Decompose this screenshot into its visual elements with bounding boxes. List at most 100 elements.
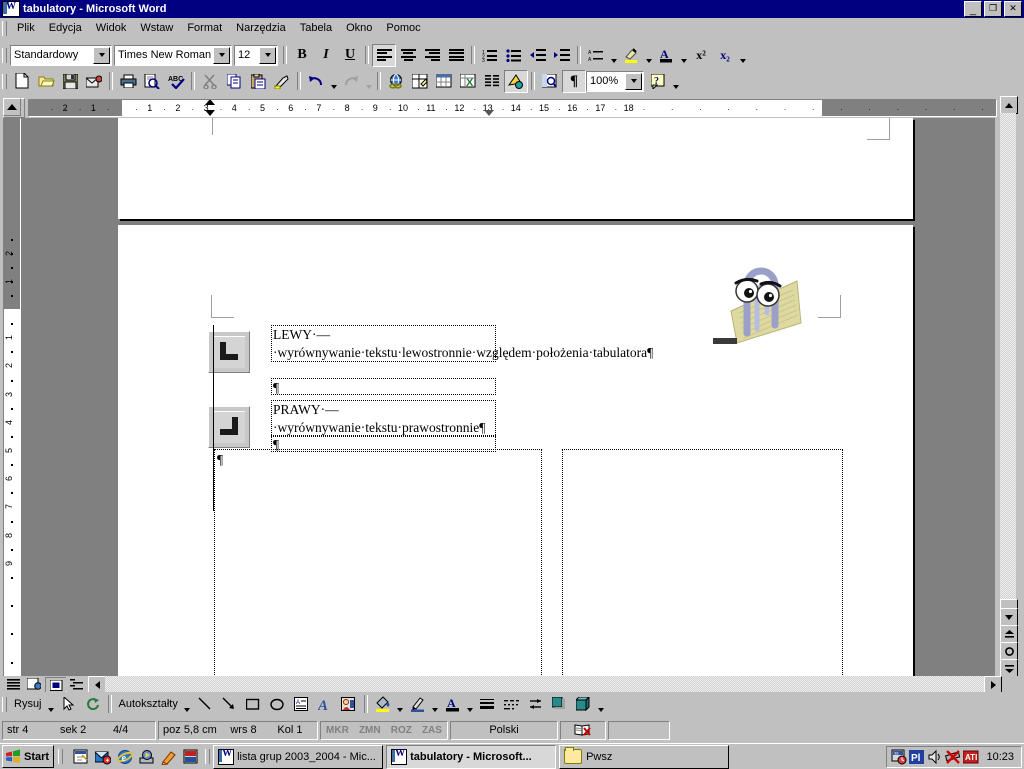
insert-table-button[interactable] [432, 70, 456, 93]
numbering-button[interactable]: 1 2 3 [478, 44, 502, 67]
free-rotate-button[interactable] [81, 693, 105, 716]
menu-item-narzedzia[interactable]: Narzędzia [229, 20, 293, 36]
highlight-button[interactable] [619, 44, 643, 67]
underline-button[interactable]: U [338, 44, 362, 67]
copy-button[interactable] [222, 70, 246, 93]
autoshapes-menu-button[interactable]: Autokształty [115, 698, 182, 710]
zoom-combo-arrow[interactable] [625, 72, 642, 90]
empty-paragraph-3[interactable]: ¶ [217, 452, 223, 468]
align-right-button[interactable] [420, 44, 444, 67]
italic-button[interactable]: I [314, 44, 338, 67]
menu-grip[interactable] [2, 20, 7, 36]
line-color-dropdown[interactable] [430, 691, 441, 718]
format-painter-button[interactable] [270, 70, 294, 93]
drawing-toolbar-overflow[interactable] [596, 691, 607, 718]
increase-indent-button[interactable] [550, 44, 574, 67]
fill-color-button[interactable] [371, 693, 395, 716]
save-button[interactable] [58, 70, 82, 93]
close-button[interactable]: ✕ [1004, 1, 1022, 17]
line-button[interactable] [193, 693, 217, 716]
right-indent-marker[interactable] [484, 110, 494, 116]
task-button-pwsz[interactable]: Pwsz [559, 744, 730, 769]
select-browse-object-button[interactable] [1000, 642, 1018, 660]
clippy-office-assistant[interactable] [713, 255, 803, 349]
next-page-button[interactable] [1000, 659, 1018, 677]
standard-toolbar-overflow[interactable] [670, 68, 681, 95]
minimize-button[interactable]: _ [964, 1, 982, 17]
insert-clip-art-button[interactable] [337, 693, 361, 716]
superscript-button[interactable]: x² [689, 44, 713, 67]
arrow-button[interactable] [217, 693, 241, 716]
paragraph-frame-right[interactable] [562, 449, 843, 676]
drawing-font-color-dropdown[interactable] [465, 691, 476, 718]
rectangle-button[interactable] [241, 693, 265, 716]
status-indicator-mkr[interactable]: MKR [322, 722, 353, 738]
page-previous[interactable] [118, 118, 913, 219]
redo-button[interactable] [339, 70, 363, 93]
paint-icon[interactable] [161, 749, 177, 766]
autoshapes-menu-arrow[interactable] [182, 691, 193, 718]
decrease-indent-button[interactable] [526, 44, 550, 67]
arrow-style-button[interactable] [524, 693, 548, 716]
vertical-ruler-top-button[interactable] [3, 98, 21, 116]
borders-dropdown[interactable] [608, 42, 619, 69]
paragraph-frame[interactable] [214, 449, 542, 676]
open-button[interactable] [34, 70, 58, 93]
line-style-button[interactable] [476, 693, 500, 716]
menu-item-edycja[interactable]: Edycja [42, 20, 89, 36]
empty-paragraph-1[interactable]: ¶ [271, 378, 496, 395]
status-indicator-roz[interactable]: ROZ [387, 722, 416, 738]
drawing-toolbar-grip[interactable] [2, 696, 7, 712]
three-d-button[interactable] [572, 693, 596, 716]
menu-item-format[interactable]: Format [180, 20, 229, 36]
right-tab-paragraph[interactable]: PRAWY·—·wyrównywanie·tekstu·prawostronni… [271, 400, 496, 437]
menu-item-wstaw[interactable]: Wstaw [133, 20, 180, 36]
subscript-button[interactable]: x₂ [713, 44, 737, 67]
left-tab-paragraph[interactable]: LEWY·—·wyrównywanie·tekstu·lewostronnie·… [271, 325, 653, 362]
select-objects-button[interactable] [57, 693, 81, 716]
font-size-combo[interactable]: 12 [234, 44, 278, 66]
restore-button[interactable]: ❐ [984, 1, 1002, 17]
document-map-button[interactable] [538, 70, 562, 93]
document-canvas[interactable]: LEWY·—·wyrównywanie·tekstu·lewostronnie·… [21, 118, 995, 676]
outline-view-button[interactable] [66, 677, 86, 691]
previous-page-button[interactable] [1000, 625, 1018, 643]
formatting-toolbar-overflow[interactable] [737, 42, 748, 69]
font-color-dropdown[interactable] [678, 42, 689, 69]
status-spelling-group[interactable] [560, 720, 606, 740]
columns-button[interactable] [480, 70, 504, 93]
volume-icon[interactable] [927, 749, 943, 765]
status-indicator-zmn[interactable]: ZMN [355, 722, 385, 738]
align-left-button[interactable] [372, 43, 396, 67]
oval-button[interactable] [265, 693, 289, 716]
print-button[interactable] [116, 70, 140, 93]
horizontal-scroll-track[interactable] [105, 676, 984, 692]
style-combo-arrow[interactable] [93, 46, 110, 64]
web-layout-view-button[interactable] [24, 677, 44, 691]
line-color-button[interactable] [406, 693, 430, 716]
ati-icon[interactable]: ATI [962, 749, 979, 765]
insert-excel-worksheet-button[interactable]: X [456, 70, 480, 93]
menu-item-plik[interactable]: Plik [10, 20, 42, 36]
start-button[interactable]: Start [2, 745, 55, 768]
menu-item-okno[interactable]: Okno [339, 20, 379, 36]
hanging-indent-marker[interactable] [205, 110, 215, 116]
bullets-button[interactable] [502, 44, 526, 67]
drawing-button[interactable] [504, 69, 528, 93]
tables-and-borders-button[interactable] [408, 70, 432, 93]
shadow-button[interactable] [548, 693, 572, 716]
print-preview-button[interactable] [140, 70, 164, 93]
menu-item-tabela[interactable]: Tabela [293, 20, 339, 36]
help-button[interactable]: ? [646, 70, 670, 93]
taskbar-grip-1[interactable] [58, 749, 64, 764]
formatting-toolbar-grip[interactable] [2, 47, 7, 63]
scroll-up-button[interactable] [1000, 96, 1018, 114]
language-indicator-pl[interactable]: Pl [909, 749, 925, 765]
network-disconnected-icon[interactable] [945, 749, 961, 765]
new-document-button[interactable] [10, 70, 34, 93]
cut-button[interactable] [198, 70, 222, 93]
undo-dropdown[interactable] [328, 68, 339, 95]
status-indicator-zas[interactable]: ZAS [418, 722, 446, 738]
vertical-ruler[interactable]: 21123456789 [3, 118, 21, 678]
insert-wordart-button[interactable]: A [313, 693, 337, 716]
